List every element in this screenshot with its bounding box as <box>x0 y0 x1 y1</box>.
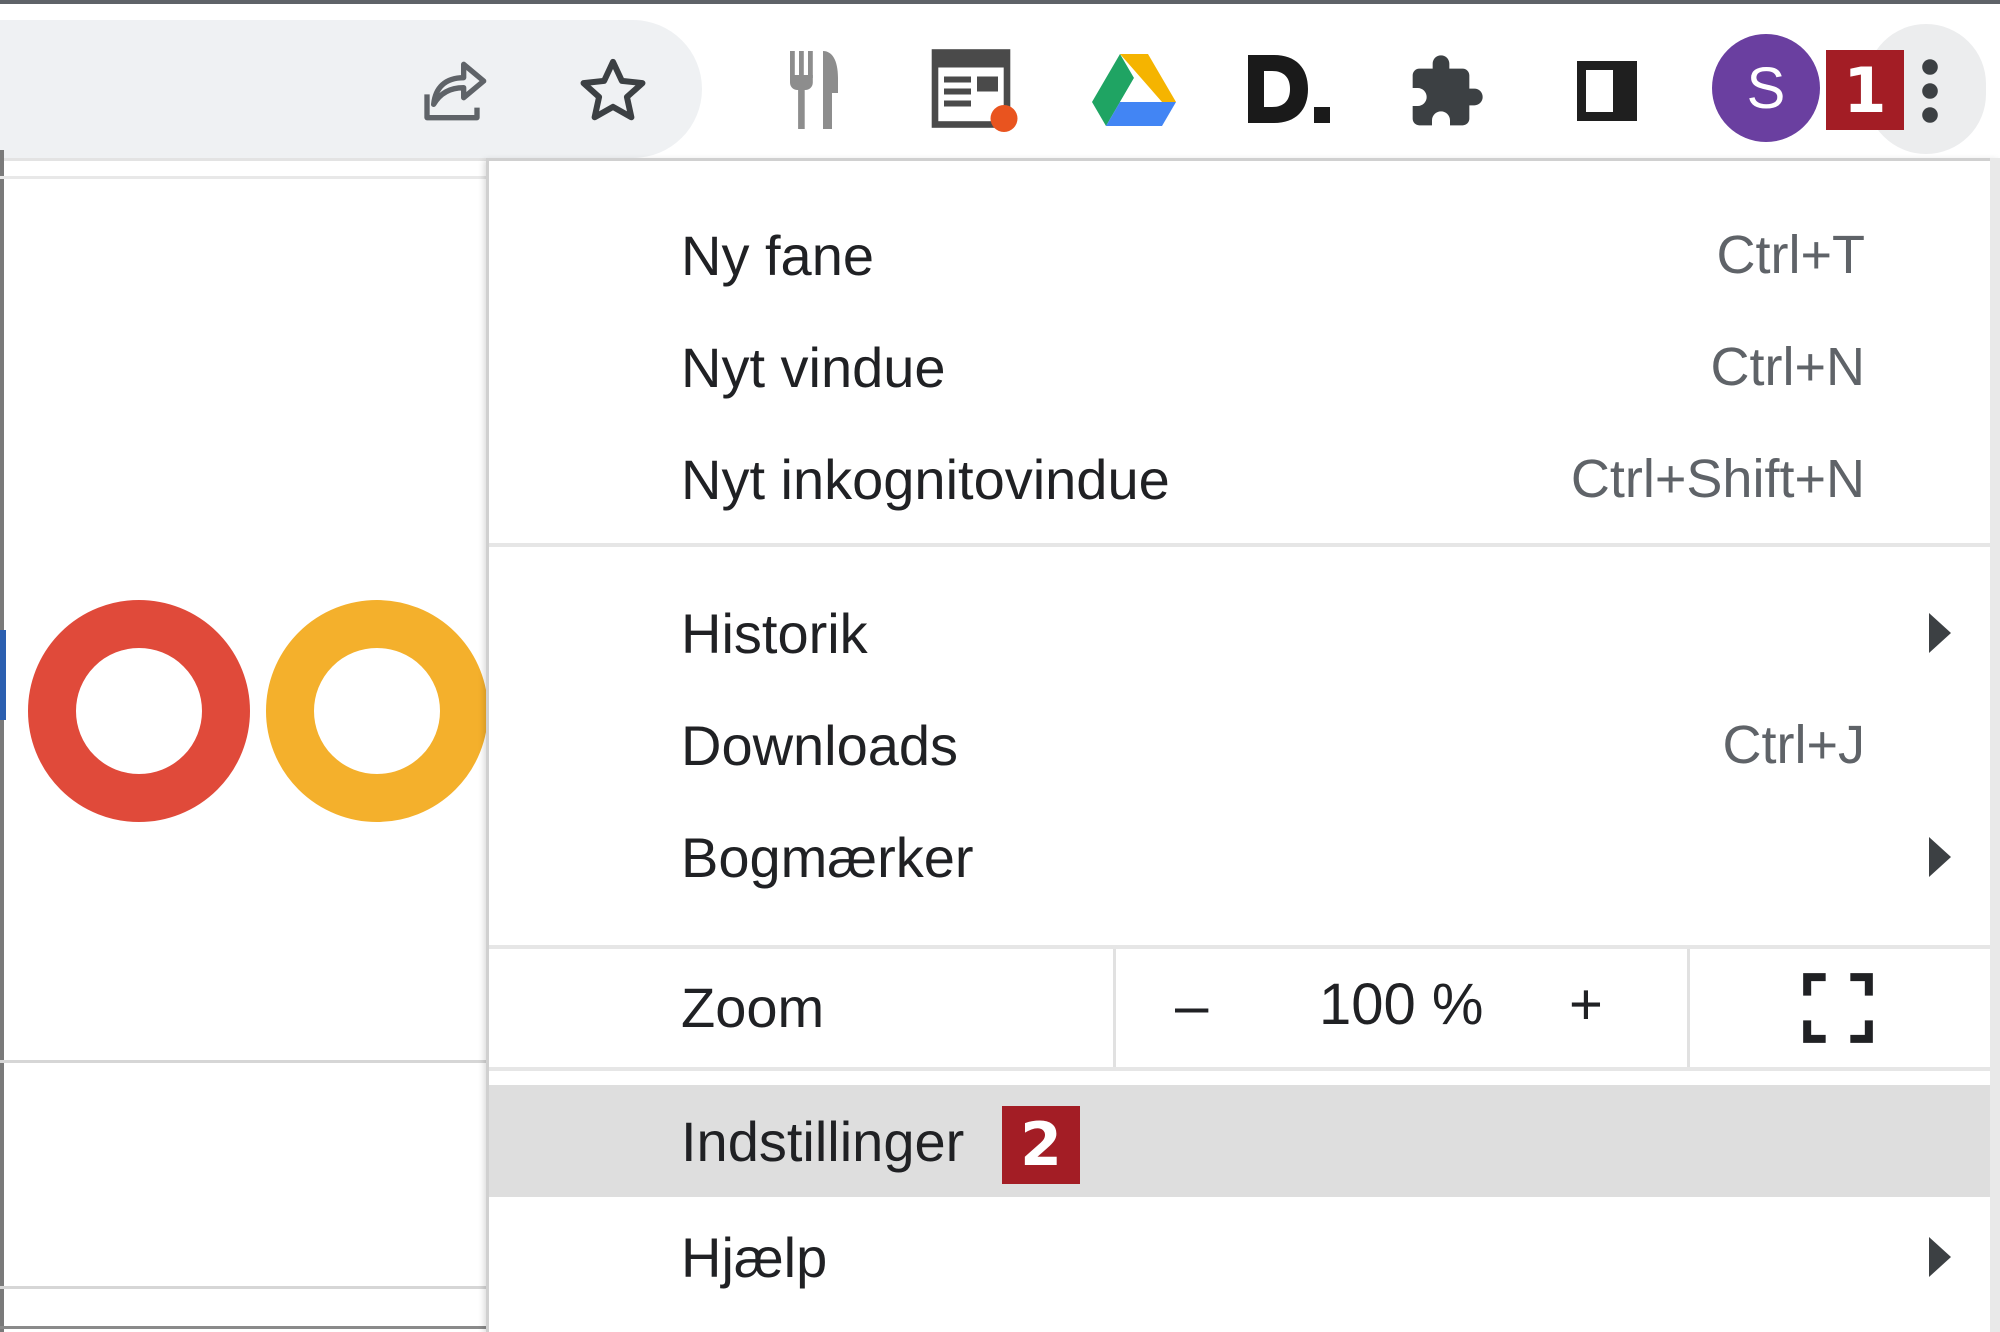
zoom-label: Zoom <box>681 976 825 1039</box>
menu-item-label: Nyt inkognitovindue <box>681 447 1170 511</box>
menu-item-shortcut: Ctrl+T <box>1716 225 1866 285</box>
menu-item-new-incognito-window[interactable]: Nyt inkognitovindue Ctrl+Shift+N <box>489 423 1993 535</box>
fork-knife-extension-icon[interactable] <box>770 44 858 136</box>
side-panel-icon[interactable] <box>1562 48 1652 134</box>
page-divider <box>0 176 486 179</box>
zoom-row: Zoom – 100 % + <box>489 949 1993 1067</box>
page-divider <box>0 1326 486 1329</box>
logo-letter-o-red <box>28 600 250 822</box>
menu-item-label: Bogmærker <box>681 825 974 889</box>
fullscreen-button[interactable] <box>1801 971 1875 1045</box>
logo-letter-o-yellow <box>266 600 488 822</box>
menu-item-settings[interactable]: Indstillinger <box>489 1085 1993 1197</box>
menu-item-help[interactable]: Hjælp <box>489 1201 1993 1313</box>
page-divider <box>0 1060 486 1063</box>
news-extension-icon[interactable] <box>924 44 1024 136</box>
page-divider <box>0 1286 486 1289</box>
menu-item-label: Nyt vindue <box>681 335 946 399</box>
menu-item-new-window[interactable]: Nyt vindue Ctrl+N <box>489 311 1993 423</box>
submenu-arrow-icon <box>1929 837 1951 877</box>
more-vert-icon[interactable] <box>1910 48 1950 134</box>
callout-badge-2: 2 <box>1002 1106 1080 1184</box>
chrome-main-menu: Ny fane Ctrl+T Nyt vindue Ctrl+N Nyt ink… <box>486 158 2000 1332</box>
avatar-letter: S <box>1746 55 1786 121</box>
menu-item-bookmarks[interactable]: Bogmærker <box>489 801 1993 913</box>
logo-fragment <box>0 630 6 720</box>
window-border <box>0 150 4 1332</box>
d-extension-icon[interactable] <box>1240 44 1340 134</box>
google-drive-icon[interactable] <box>1086 50 1182 130</box>
menu-item-label: Hjælp <box>681 1225 828 1289</box>
extensions-puzzle-icon[interactable] <box>1400 48 1492 136</box>
menu-scroll-edge <box>1990 158 2000 1332</box>
menu-separator <box>489 543 1993 547</box>
menu-item-history[interactable]: Historik <box>489 577 1993 689</box>
bookmark-star-icon[interactable] <box>570 48 656 134</box>
share-icon[interactable] <box>414 48 500 134</box>
menu-item-label: Historik <box>681 601 868 665</box>
menu-item-shortcut: Ctrl+Shift+N <box>1570 449 1865 509</box>
submenu-arrow-icon <box>1929 1237 1951 1277</box>
menu-item-label: Ny fane <box>681 223 874 287</box>
menu-item-label: Downloads <box>681 713 959 777</box>
menu-separator <box>489 1067 1993 1071</box>
menu-item-shortcut: Ctrl+N <box>1710 337 1865 397</box>
submenu-arrow-icon <box>1929 613 1951 653</box>
browser-toolbar: S 1 <box>0 0 2000 158</box>
callout-badge-1: 1 <box>1826 50 1904 130</box>
zoom-level: 100 % <box>1319 972 1484 1037</box>
profile-avatar[interactable]: S <box>1712 34 1820 142</box>
menu-item-shortcut: Ctrl+J <box>1722 715 1865 775</box>
zoom-out-button[interactable]: – <box>1175 971 1208 1040</box>
zoom-in-button[interactable]: + <box>1569 971 1603 1038</box>
toolbar-divider <box>0 158 486 161</box>
menu-item-downloads[interactable]: Downloads Ctrl+J <box>489 689 1993 801</box>
menu-item-label: Indstillinger <box>681 1109 965 1173</box>
menu-item-new-tab[interactable]: Ny fane Ctrl+T <box>489 199 1993 311</box>
